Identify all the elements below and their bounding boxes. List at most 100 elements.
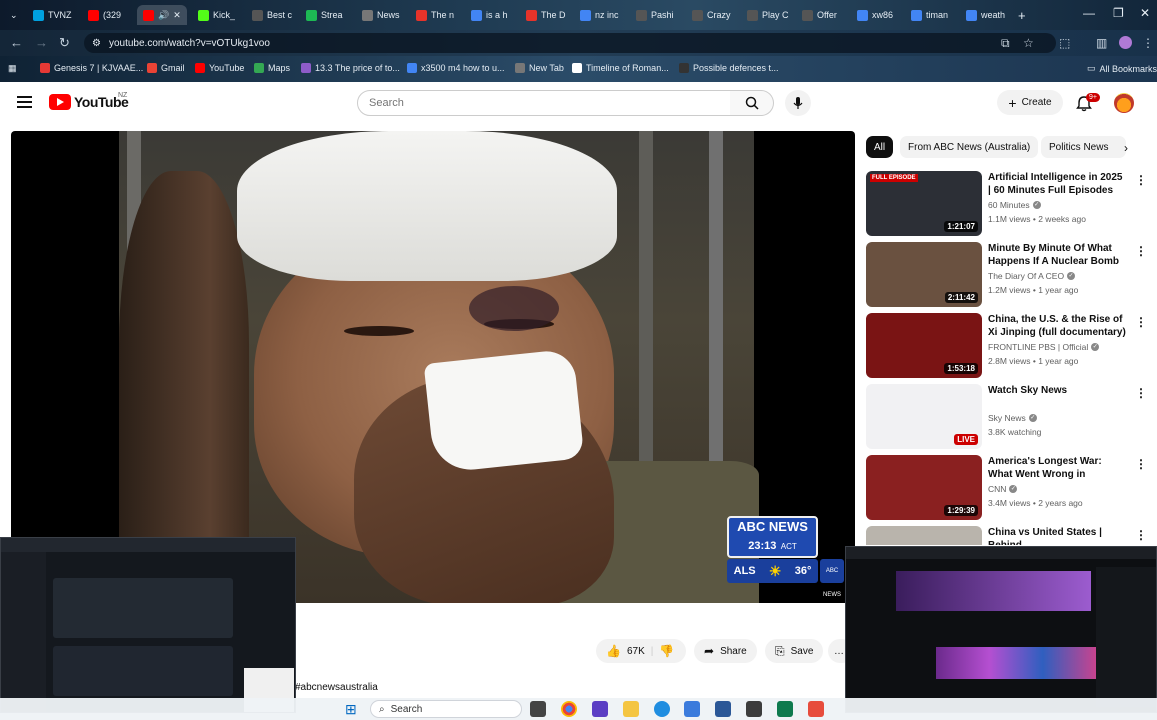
browser-tab[interactable]: is a h [471,5,508,25]
browser-tab[interactable]: (329 [88,5,121,25]
more-options-icon[interactable]: ⋮ [1135,244,1147,258]
more-options-icon[interactable]: ⋮ [1135,315,1147,329]
like-button[interactable]: 👍 67K | 👎 [596,639,686,663]
video-thumbnail[interactable] [866,526,982,545]
bookmark-item[interactable]: x3500 m4 how to u... [407,63,505,73]
video-thumbnail[interactable]: 1:53:18 [866,313,982,378]
recommendation-title[interactable]: Artificial Intelligence in 2025 | 60 Min… [988,171,1128,197]
video-player[interactable]: ABC NEWS 23:13 ACT ALS ☀ 36° ABC NEWS [11,131,855,603]
menu-icon[interactable]: ⋮ [1142,36,1154,50]
recommendation-card[interactable]: FULL EPISODE 1:21:07 Artificial Intelligen… [866,171,1151,237]
video-hashtag[interactable]: #abcnewsaustralia [295,682,378,693]
recommendation-card[interactable]: 1:29:39 America's Longest War: What Went … [866,455,1151,521]
browser-tab[interactable]: The D [526,5,566,25]
account-avatar[interactable] [1114,93,1134,113]
browser-tab[interactable]: Kick_ [198,5,235,25]
app-icon[interactable] [684,701,700,717]
back-icon[interactable]: ← [10,35,23,50]
browser-tab[interactable]: The n [416,5,454,25]
share-button[interactable]: ➦ Share [694,639,757,663]
bookmark-item[interactable]: 13.3 The price of to... [301,63,400,73]
edge-icon[interactable] [654,701,670,717]
window-titlebar[interactable] [1,538,295,552]
browser-tab[interactable]: TVNZ [33,5,72,25]
channel-name[interactable]: CNN ✓ [988,484,1018,494]
bookmark-item[interactable]: Genesis 7 | KJVAAE... [40,63,143,73]
install-icon[interactable]: ⧉ [1001,36,1010,51]
chip-politics-news[interactable]: Politics News [1041,136,1126,158]
profile-avatar[interactable] [1119,36,1132,49]
app-icon[interactable] [715,701,731,717]
browser-tab[interactable]: Play C [747,5,789,25]
channel-name[interactable]: 60 Minutes ✓ [988,200,1041,210]
new-tab-button[interactable]: + [1018,5,1026,25]
recommendation-title[interactable]: America's Longest War: What Went Wrong i… [988,455,1128,481]
all-bookmarks[interactable]: ▭ All Bookmarks [1087,63,1157,74]
voice-search-button[interactable] [785,90,811,116]
app-icon[interactable] [808,701,824,717]
thumbs-down-icon[interactable]: 👎 [659,644,674,658]
browser-tab[interactable]: nz inc [580,5,619,25]
overlay-window-dashboard[interactable] [0,537,296,713]
site-info-icon[interactable]: ⚙ [92,38,101,49]
more-options-icon[interactable]: ⋮ [1135,457,1147,471]
bookmark-item[interactable]: New Tab [515,63,564,73]
save-button[interactable]: ⎘ Save [765,639,824,663]
tab-search-icon[interactable]: ⌄ [10,5,18,25]
video-thumbnail[interactable]: FULL EPISODE 1:21:07 [866,171,982,236]
browser-tab[interactable]: Best c [252,5,292,25]
recommendation-card[interactable]: LIVE Watch Sky News Sky News ✓ 3.8K watching… [866,384,1151,450]
browser-tab[interactable]: Crazy [692,5,731,25]
browser-tab[interactable]: Pashi [636,5,674,25]
taskbar-search[interactable]: ⌕ Search [370,700,522,718]
more-options-icon[interactable]: ⋮ [1135,173,1147,187]
recommendation-card[interactable]: 2:11:42 Minute By Minute Of What Happens … [866,242,1151,308]
create-button[interactable]: + Create [997,90,1063,115]
app-icon[interactable] [592,701,608,717]
channel-name[interactable]: The Diary Of A CEO ✓ [988,271,1076,281]
restore-icon[interactable]: ❐ [1113,6,1124,20]
more-options-icon[interactable]: ⋮ [1135,528,1147,542]
video-thumbnail[interactable]: LIVE [866,384,982,449]
windows-start-icon[interactable]: ⊞ [345,701,357,718]
reload-icon[interactable]: ↻ [59,35,70,51]
bookmark-item[interactable]: YouTube [195,63,244,73]
speaker-icon[interactable]: 🔊 [158,10,169,21]
browser-tab[interactable]: xw86 [857,5,893,25]
sidebar-icon[interactable]: ▥ [1096,36,1107,50]
channel-name[interactable]: Sky News ✓ [988,413,1037,423]
channel-name[interactable]: FRONTLINE PBS | Official ✓ [988,342,1100,352]
overlay-window-kick[interactable] [845,546,1157,713]
recommendation-title[interactable]: China, the U.S. & the Rise of Xi Jinping… [988,313,1128,339]
app-icon[interactable] [746,701,762,717]
menu-hamburger-icon[interactable] [17,96,32,108]
window-titlebar[interactable] [846,547,1156,559]
apps-grid-icon[interactable]: ▦ [8,63,17,74]
bookmark-item[interactable]: Maps [254,63,290,73]
browser-tab-active[interactable]: 🔊 ✕ [137,5,187,25]
chip-all[interactable]: All [866,136,894,158]
youtube-logo[interactable]: YouTube [49,94,129,110]
recommendation-title[interactable]: China vs United States | Behind [988,526,1128,545]
browser-tab[interactable]: News [362,5,400,25]
chip-from-channel[interactable]: From ABC News (Australia) [900,136,1039,158]
video-thumbnail[interactable]: 1:29:39 [866,455,982,520]
file-explorer-icon[interactable] [623,701,639,717]
video-thumbnail[interactable]: 2:11:42 [866,242,982,307]
bookmark-item[interactable]: Gmail [147,63,185,73]
search-button[interactable] [730,90,774,116]
chevron-right-icon[interactable]: › [1124,141,1128,155]
chrome-icon[interactable] [561,701,577,717]
extensions-icon[interactable]: ⬚ [1059,36,1070,50]
address-bar[interactable]: ⚙ youtube.com/watch?v=vOTUkg1voo [84,33,1056,53]
search-input[interactable]: Search [357,90,731,116]
minimize-icon[interactable]: — [1083,6,1095,20]
recommendation-title[interactable]: Minute By Minute Of What Happens If A Nu… [988,242,1128,268]
close-icon[interactable]: ✕ [173,10,181,21]
bookmark-star-icon[interactable]: ☆ [1023,36,1034,50]
forward-icon[interactable]: → [35,35,48,50]
browser-tab[interactable]: timan [911,5,948,25]
recommendation-card[interactable]: China vs United States | Behind ⋮ [866,526,1151,545]
recommendation-card[interactable]: 1:53:18 China, the U.S. & the Rise of Xi … [866,313,1151,379]
browser-tab[interactable]: Strea [306,5,343,25]
